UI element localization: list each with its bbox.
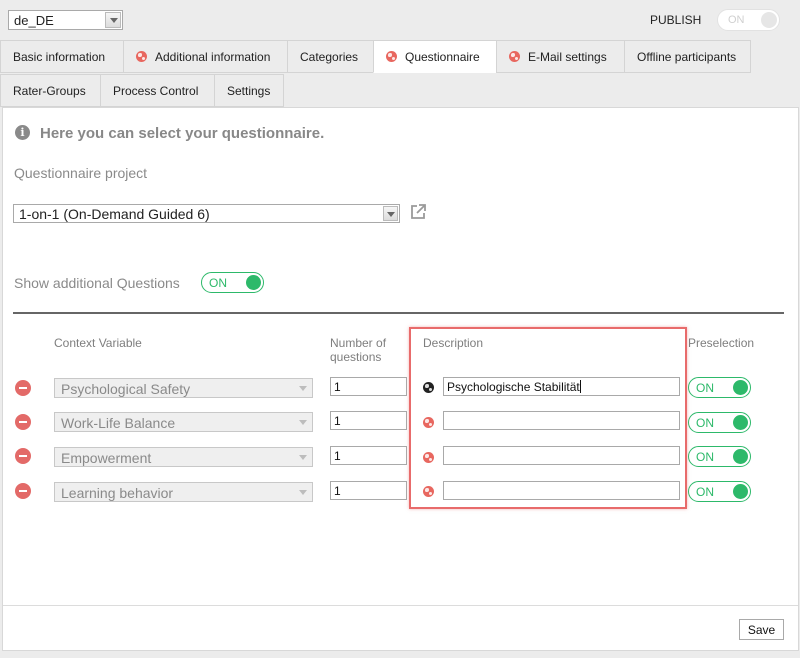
show-additional-questions-label: Show additional Questions [14,275,180,291]
questionnaire-project-value: 1-on-1 (On-Demand Guided 6) [19,206,210,222]
number-of-questions-value: 1 [334,449,341,463]
globe-icon [509,51,520,62]
toggle-knob [761,12,777,28]
tab-label: Basic information [13,49,106,64]
number-of-questions-value: 1 [334,414,341,428]
remove-row-button[interactable] [15,380,31,396]
preselection-toggle[interactable]: ON [688,446,751,467]
toggle-knob [733,484,748,499]
tab-label: Categories [300,49,359,64]
column-header-number: Number of questions [330,336,386,364]
chevron-down-icon [296,415,310,429]
toggle-knob [733,449,748,464]
column-header-number-line1: Number of [330,336,387,350]
tab-categories[interactable]: Categories [287,40,373,73]
preselection-toggle[interactable]: ON [688,412,751,433]
tab-label: Settings [227,83,271,98]
tab-offline-participants[interactable]: Offline participants [624,40,751,73]
remove-row-button[interactable] [15,483,31,499]
context-variable-value: Work-Life Balance [61,415,176,431]
column-header-preselection: Preselection [688,336,755,350]
tab-rater-groups[interactable]: Rater-Groups [0,74,100,107]
tab-label: Questionnaire [405,49,480,64]
tab-process-control[interactable]: Process Control [100,74,214,107]
footer-divider [3,605,798,606]
chevron-down-icon [296,381,310,395]
number-of-questions-input[interactable]: 1 [330,446,407,465]
context-variable-select[interactable]: Work-Life Balance [54,412,313,432]
info-icon: i [15,125,30,140]
questionnaire-project-label: Questionnaire project [14,165,148,181]
tab-email-settings[interactable]: E-Mail settings [496,40,624,73]
toggle-knob [246,275,261,290]
context-variable-value: Learning behavior [61,485,174,501]
preselection-toggle[interactable]: ON [688,481,751,502]
questionnaire-project-select[interactable]: 1-on-1 (On-Demand Guided 6) [13,204,400,223]
tab-label: Offline participants [637,49,737,64]
toggle-knob [733,380,748,395]
questionnaire-panel: i Here you can select your questionnaire… [2,107,799,651]
language-select-value: de_DE [14,13,54,28]
tab-label: E-Mail settings [528,49,607,64]
globe-icon [386,51,397,62]
remove-row-button[interactable] [15,448,31,464]
toggle-label: ON [696,381,714,395]
tab-additional-information[interactable]: Additional information [123,40,287,73]
column-header-number-line2: questions [330,350,382,364]
number-of-questions-input[interactable]: 1 [330,481,407,500]
context-variable-select[interactable]: Psychological Safety [54,378,313,398]
language-select[interactable]: de_DE [8,10,123,30]
context-variable-value: Empowerment [61,450,152,466]
toggle-label: ON [696,485,714,499]
toggle-knob [733,415,748,430]
divider [13,312,784,314]
chevron-down-icon [296,485,310,499]
context-variable-value: Psychological Safety [61,381,191,397]
context-variable-select[interactable]: Empowerment [54,447,313,467]
tab-basic-information[interactable]: Basic information [0,40,123,73]
chevron-down-icon[interactable] [383,206,398,221]
number-of-questions-value: 1 [334,380,341,394]
show-additional-questions-toggle[interactable]: ON [201,272,264,293]
remove-row-button[interactable] [15,414,31,430]
external-link-icon[interactable] [409,203,427,221]
chevron-down-icon [296,450,310,464]
globe-icon [136,51,147,62]
toggle-label: ON [209,276,227,290]
page-title: Here you can select your questionnaire. [40,125,325,142]
publish-label: PUBLISH [650,13,702,27]
preselection-toggle[interactable]: ON [688,377,751,398]
publish-toggle-label: ON [728,14,745,26]
column-header-context: Context Variable [54,336,142,350]
number-of-questions-input[interactable]: 1 [330,377,407,396]
tab-label: Process Control [113,83,199,98]
tabs-row-secondary: Rater-Groups Process Control Settings [0,74,284,107]
tabs-row-primary: Basic information Additional information… [0,40,751,73]
chevron-down-icon[interactable] [105,12,121,28]
number-of-questions-value: 1 [334,484,341,498]
tab-settings[interactable]: Settings [214,74,284,107]
toggle-label: ON [696,450,714,464]
tab-questionnaire[interactable]: Questionnaire [373,40,496,73]
context-variable-select[interactable]: Learning behavior [54,482,313,502]
number-of-questions-input[interactable]: 1 [330,411,407,430]
tab-label: Additional information [155,49,271,64]
tab-label: Rater-Groups [13,83,86,98]
publish-toggle[interactable]: ON [717,9,780,31]
description-highlight-box [409,327,687,509]
save-button[interactable]: Save [739,619,784,640]
toggle-label: ON [696,416,714,430]
